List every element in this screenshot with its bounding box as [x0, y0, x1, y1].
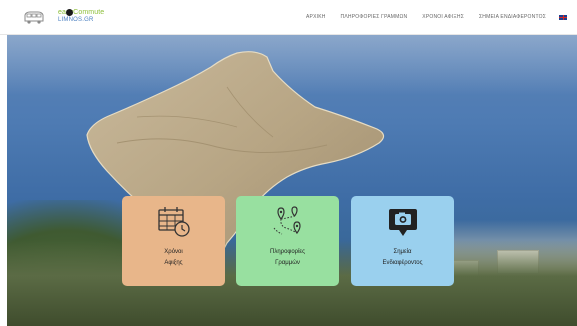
camera-pin-icon [389, 209, 417, 236]
card-label-line-1: Πληροφορίες [270, 249, 305, 255]
nav-item-route-info[interactable]: ΠΛΗΡΟΦΟΡΙΕΣ ΓΡΑΜΜΩΝ [341, 14, 408, 20]
main-menu: ΑΡΧΙΚΗ ΠΛΗΡΟΦΟΡΙΕΣ ΓΡΑΜΜΩΝ ΧΡΟΝΟΙ ΑΦΙΞΗΣ… [291, 0, 567, 34]
card-label-line-2: Ενδιαφέροντος [382, 260, 423, 266]
card-label-line-2: Αφιξης [164, 260, 183, 266]
card-label-line-1: Χρόνοι [164, 249, 183, 255]
logo-line-2: LIMNOS.GR [58, 17, 94, 23]
logo-line-1: easyCommute [58, 9, 105, 16]
card-label-line-1: Σημεία [393, 249, 412, 255]
site-logo[interactable]: easyCommute LIMNOS.GR [24, 9, 104, 29]
nav-item-home[interactable]: ΑΡΧΙΚΗ [306, 14, 326, 20]
route-info-card[interactable]: Πληροφορίες Γραμμών [236, 196, 339, 286]
logo-dot-icon [66, 9, 73, 16]
top-navigation-bar: easyCommute LIMNOS.GR ΑΡΧΙΚΗ ΠΛΗΡΟΦΟΡΙΕΣ… [0, 0, 577, 35]
uk-flag-icon[interactable] [559, 14, 567, 20]
calendar-clock-icon [158, 207, 190, 237]
route-pins-icon [273, 206, 301, 235]
card-label-line-2: Γραμμών [275, 260, 300, 266]
logo-text: easyCommute LIMNOS.GR [58, 9, 104, 23]
nav-item-arrival-times[interactable]: ΧΡΟΝΟΙ ΑΦΙΞΗΣ [422, 14, 464, 20]
arrival-times-card[interactable]: Χρόνοι Αφιξης [122, 196, 225, 286]
nav-item-points-of-interest[interactable]: ΣΗΜΕΙΑ ΕΝΔΙΑΦΕΡΟΝΤΟΣ [479, 14, 546, 20]
logo-bus-icon [24, 11, 44, 24]
points-of-interest-card[interactable]: Σημεία Ενδιαφέροντος [351, 196, 454, 286]
